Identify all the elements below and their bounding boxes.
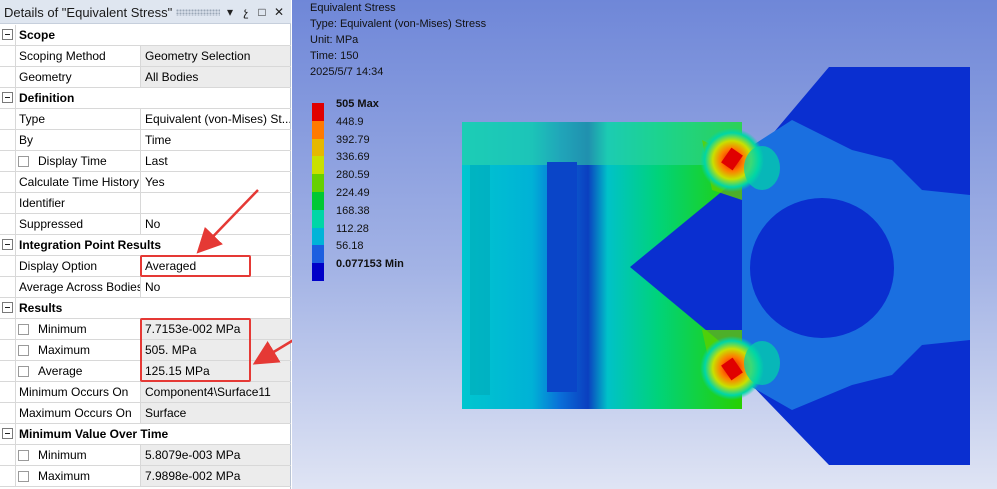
tube-inner-shade bbox=[470, 165, 490, 395]
arrow-to-display-option bbox=[196, 189, 259, 254]
stress-contour-model[interactable] bbox=[292, 0, 997, 489]
stress-ring-bottom bbox=[744, 341, 780, 385]
tube-top-face bbox=[462, 122, 742, 165]
tube-inner-ring bbox=[547, 162, 577, 392]
graphics-viewport[interactable]: Equivalent Stress Type: Equivalent (von-M… bbox=[292, 0, 997, 489]
plate-hole bbox=[750, 198, 894, 338]
stress-ring-top bbox=[744, 146, 780, 190]
